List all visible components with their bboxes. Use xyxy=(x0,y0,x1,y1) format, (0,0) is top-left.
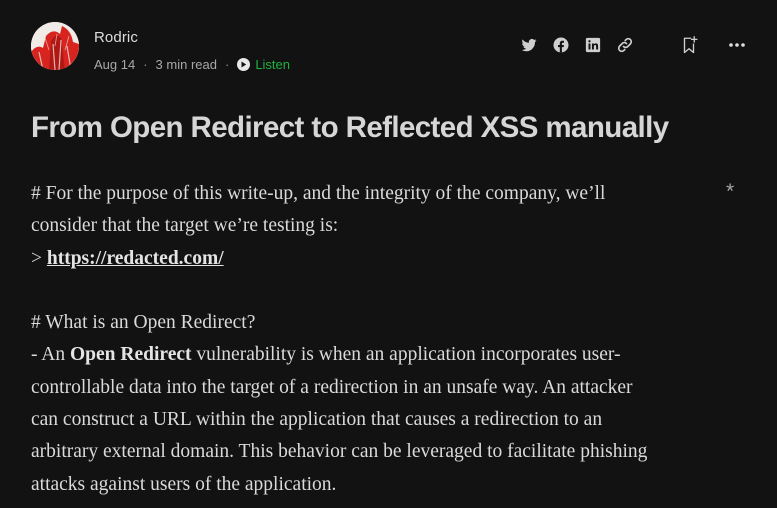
link-icon[interactable] xyxy=(615,35,635,55)
twitter-icon[interactable] xyxy=(519,35,539,55)
article-meta: Aug 14 · 3 min read · Listen xyxy=(94,57,290,72)
bookmark-add-icon[interactable] xyxy=(679,35,699,55)
share-actions xyxy=(519,35,747,55)
paragraph-line: can construct a URL within the applicati… xyxy=(31,409,603,431)
linkedin-icon[interactable] xyxy=(583,35,603,55)
more-icon[interactable] xyxy=(727,35,747,55)
article-title: From Open Redirect to Reflected XSS manu… xyxy=(31,111,669,144)
bold-term: Open Redirect xyxy=(70,344,192,366)
paragraph-line: # For the purpose of this write-up, and … xyxy=(31,183,606,204)
read-time: 3 min read xyxy=(155,57,217,72)
listen-label: Listen xyxy=(255,57,291,72)
listen-button[interactable]: Listen xyxy=(237,57,290,72)
text-span: - An xyxy=(31,344,70,366)
author-name[interactable]: Rodric xyxy=(94,29,138,46)
paragraph-line: consider that the target we’re testing i… xyxy=(31,215,339,237)
author-avatar[interactable] xyxy=(31,22,79,70)
publish-date: Aug 14 xyxy=(94,57,136,72)
play-icon xyxy=(237,58,251,71)
text-span: vulnerability is when an application inc… xyxy=(191,344,621,366)
meta-separator: · xyxy=(224,57,230,72)
section-heading: # What is an Open Redirect? xyxy=(31,312,256,334)
paragraph-line: attacks against users of the application… xyxy=(31,473,337,495)
paragraph-line: controllable data into the target of a r… xyxy=(31,376,633,398)
article-body: # For the purpose of this write-up, and … xyxy=(31,178,721,501)
article-header: Rodric Aug 14 · 3 min read · Listen xyxy=(31,22,747,78)
paragraph-line: > https://redacted.com/ xyxy=(31,243,721,275)
meta-separator: · xyxy=(143,57,148,72)
facebook-icon[interactable] xyxy=(551,35,571,55)
asterisk-mark: * xyxy=(726,180,735,203)
avatar-image xyxy=(31,22,79,70)
target-url-link[interactable]: https://redacted.com/ xyxy=(47,248,224,269)
paragraph-line: - An Open Redirect vulnerability is when… xyxy=(31,339,721,371)
quote-prefix: > xyxy=(31,247,47,269)
paragraph-line: arbitrary external domain. This behavior… xyxy=(31,441,648,463)
